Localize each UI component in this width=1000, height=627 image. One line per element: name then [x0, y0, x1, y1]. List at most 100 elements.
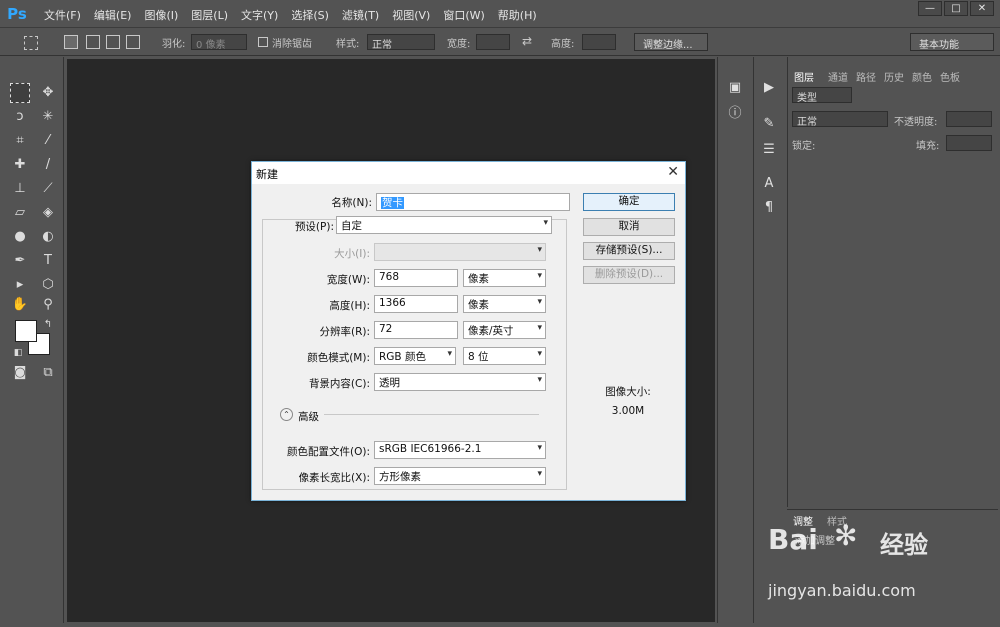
shape-tool-icon[interactable]: ⬡: [38, 275, 58, 295]
add-adjustment-hint: 添加调整: [795, 536, 835, 547]
pixel-aspect-select[interactable]: 方形像素 ▾: [374, 467, 546, 485]
swap-icon[interactable]: ⇄: [522, 34, 532, 48]
subtract-selection-icon[interactable]: [106, 35, 120, 49]
color-profile-label: 颜色配置文件(O):: [287, 446, 370, 458]
resolution-field[interactable]: 72: [374, 321, 458, 339]
tab-color[interactable]: 颜色: [912, 69, 932, 84]
width-unit: 像素: [468, 273, 489, 285]
preset-value: 自定: [341, 220, 362, 232]
brush-tool-icon[interactable]: /: [38, 155, 58, 175]
chevron-down-icon: ▾: [537, 443, 542, 453]
magic-wand-tool-icon[interactable]: ✳: [38, 107, 58, 127]
dialog-title: 新建: [256, 168, 278, 181]
history-brush-tool-icon[interactable]: ⟋: [38, 179, 58, 199]
opacity-input[interactable]: [946, 111, 992, 127]
brush-settings-icon[interactable]: ☰: [760, 141, 778, 159]
width-field[interactable]: 768: [374, 269, 458, 287]
tab-adjustments[interactable]: 调整: [793, 513, 813, 528]
advanced-toggle-icon[interactable]: ⌃: [280, 408, 293, 421]
brush-presets-icon[interactable]: ✎: [760, 115, 778, 133]
tab-layers[interactable]: 图层: [794, 69, 814, 84]
height-field[interactable]: 1366: [374, 295, 458, 313]
paint-bucket-tool-icon[interactable]: ◈: [38, 203, 58, 223]
height-unit-select[interactable]: 像素 ▾: [463, 295, 546, 313]
new-selection-icon[interactable]: [64, 35, 78, 49]
lasso-tool-icon[interactable]: ↄ: [10, 107, 30, 127]
refine-edge-button[interactable]: 调整边缘...: [634, 33, 708, 51]
filter-type-select[interactable]: 类型: [792, 87, 852, 104]
menu-filter[interactable]: 滤镜(T): [342, 7, 379, 23]
dialog-close-icon[interactable]: ✕: [667, 164, 679, 180]
tab-channels[interactable]: 通道: [828, 69, 848, 84]
menu-view[interactable]: 视图(V): [392, 7, 430, 23]
maximize-button[interactable]: □: [944, 1, 968, 16]
tab-swatches[interactable]: 色板: [940, 69, 960, 84]
style-select[interactable]: 正常: [367, 34, 435, 51]
foreground-color-swatch[interactable]: [15, 320, 37, 342]
antialias-checkbox[interactable]: [258, 37, 268, 47]
preset-select[interactable]: 自定 ▾: [336, 216, 552, 234]
zoom-tool-icon[interactable]: ⚲: [38, 295, 58, 315]
menu-layer[interactable]: 图层(L): [191, 7, 228, 23]
ok-button[interactable]: 确定: [583, 193, 675, 211]
cancel-button[interactable]: 取消: [583, 218, 675, 236]
tab-history[interactable]: 历史: [884, 69, 904, 84]
workspace-select[interactable]: 基本功能: [910, 33, 994, 51]
menu-window[interactable]: 窗口(W): [443, 7, 484, 23]
quick-mask-icon[interactable]: ◙: [10, 363, 30, 383]
menu-file[interactable]: 文件(F): [44, 7, 81, 23]
healing-brush-tool-icon[interactable]: ✚: [10, 155, 30, 175]
type-tool-icon[interactable]: T: [38, 251, 58, 271]
menu-edit[interactable]: 编辑(E): [94, 7, 132, 23]
color-mode-select[interactable]: RGB 颜色 ▾: [374, 347, 456, 365]
dodge-tool-icon[interactable]: ◐: [38, 227, 58, 247]
height-input[interactable]: [582, 34, 616, 50]
menu-type[interactable]: 文字(Y): [241, 7, 278, 23]
minimize-button[interactable]: —: [918, 1, 942, 16]
bit-depth-select[interactable]: 8 位 ▾: [463, 347, 546, 365]
marquee-tool-icon[interactable]: [10, 83, 30, 103]
add-selection-icon[interactable]: [86, 35, 100, 49]
menu-image[interactable]: 图像(I): [144, 7, 178, 23]
blend-mode-select[interactable]: 正常: [792, 111, 888, 128]
tab-styles[interactable]: 样式: [827, 513, 847, 528]
save-preset-button[interactable]: 存储预设(S)...: [583, 242, 675, 260]
color-profile-select[interactable]: sRGB IEC61966-2.1 ▾: [374, 441, 546, 459]
default-colors-icon[interactable]: ◧: [8, 343, 28, 363]
info-icon[interactable]: ⓘ: [726, 105, 744, 123]
width-input[interactable]: [476, 34, 510, 50]
intersect-selection-icon[interactable]: [126, 35, 140, 49]
width-unit-select[interactable]: 像素 ▾: [463, 269, 546, 287]
move-tool-icon[interactable]: ✥: [38, 83, 58, 103]
fill-input[interactable]: [946, 135, 992, 151]
crop-tool-icon[interactable]: ⌗: [10, 131, 30, 151]
resolution-unit-select[interactable]: 像素/英寸 ▾: [463, 321, 546, 339]
menu-bar: Ps 文件(F) 编辑(E) 图像(I) 图层(L) 文字(Y) 选择(S) 滤…: [0, 0, 1000, 28]
chevron-down-icon: ▾: [537, 349, 542, 359]
marquee-options-icon[interactable]: [24, 36, 38, 50]
name-field[interactable]: 贺卡: [376, 193, 570, 211]
play-actions-icon[interactable]: ▶: [760, 79, 778, 97]
close-window-button[interactable]: ✕: [970, 1, 994, 16]
path-selection-tool-icon[interactable]: ▸: [10, 275, 30, 295]
eyedropper-tool-icon[interactable]: ⁄: [38, 131, 58, 151]
swap-colors-icon[interactable]: ↰: [38, 315, 58, 335]
paragraph-icon[interactable]: ¶: [760, 199, 778, 217]
layer-comps-icon[interactable]: ▣: [726, 79, 744, 97]
menu-select[interactable]: 选择(S): [291, 7, 329, 23]
background-select[interactable]: 透明 ▾: [374, 373, 546, 391]
clone-stamp-tool-icon[interactable]: ⊥: [10, 179, 30, 199]
menu-help[interactable]: 帮助(H): [498, 7, 537, 23]
eraser-tool-icon[interactable]: ▱: [10, 203, 30, 223]
advanced-label[interactable]: 高级: [298, 409, 319, 424]
tab-paths[interactable]: 路径: [856, 69, 876, 84]
pen-tool-icon[interactable]: ✒: [10, 251, 30, 271]
feather-input[interactable]: 0 像素: [191, 34, 247, 51]
bit-depth-value: 8 位: [468, 351, 489, 363]
character-icon[interactable]: A: [760, 175, 778, 193]
hand-tool-icon[interactable]: ✋: [10, 295, 30, 315]
blur-tool-icon[interactable]: ●: [10, 227, 30, 247]
style-label: 样式:: [336, 39, 360, 50]
screen-mode-icon[interactable]: ⧉: [38, 363, 58, 383]
chevron-down-icon: ▾: [537, 245, 542, 255]
